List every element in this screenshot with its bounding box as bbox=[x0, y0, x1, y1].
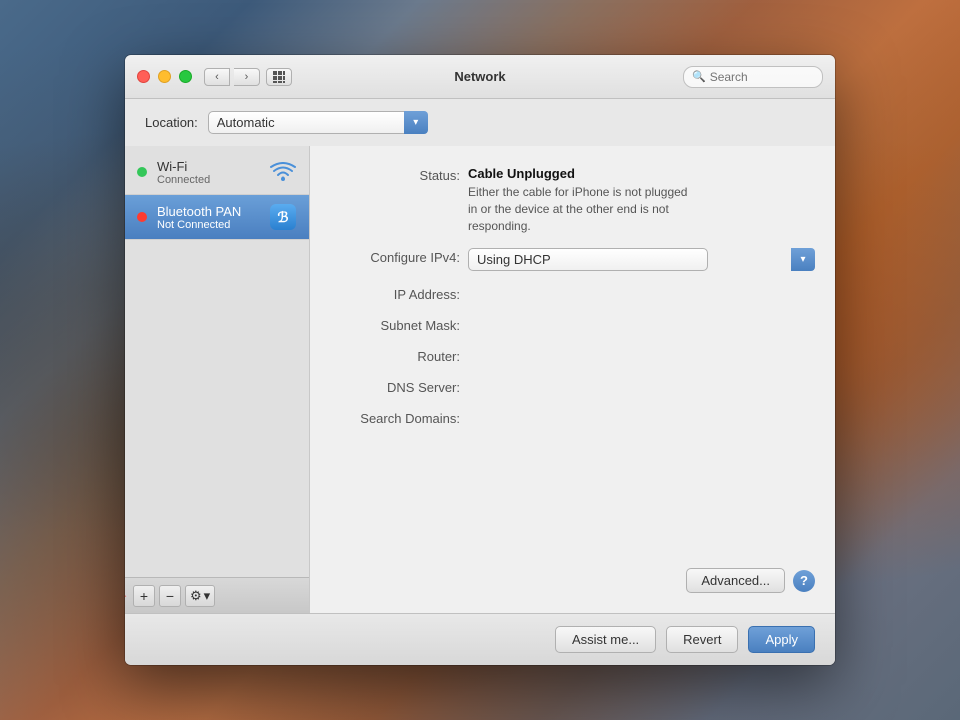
window-footer: Assist me... Revert Apply bbox=[125, 613, 835, 665]
network-name-bluetooth: Bluetooth PAN bbox=[157, 204, 269, 219]
network-status-bluetooth: Not Connected bbox=[157, 219, 269, 231]
dns-server-label: DNS Server: bbox=[320, 378, 460, 395]
detail-panel: Status: Cable Unplugged Either the cable… bbox=[310, 146, 835, 613]
remove-network-button[interactable]: − bbox=[159, 585, 181, 607]
router-label: Router: bbox=[320, 347, 460, 364]
sidebar-toolbar: ➤ + − ⚙ ▾ bbox=[125, 577, 309, 613]
location-select-wrapper: Automatic Edit Locations… ▾ bbox=[208, 111, 428, 134]
detail-content: Status: Cable Unplugged Either the cable… bbox=[320, 166, 815, 558]
add-network-button[interactable]: + bbox=[133, 585, 155, 607]
titlebar: ‹ › Network 🔍 bbox=[125, 55, 835, 99]
revert-button[interactable]: Revert bbox=[666, 626, 738, 653]
arrow-indicator: ➤ bbox=[125, 583, 127, 609]
status-value-container: Cable Unplugged Either the cable for iPh… bbox=[468, 166, 815, 234]
close-button[interactable] bbox=[137, 70, 150, 83]
bluetooth-icon: ℬ bbox=[270, 204, 296, 230]
sidebar: Wi-Fi Connected bbox=[125, 146, 310, 613]
advanced-button[interactable]: Advanced... bbox=[686, 568, 785, 593]
location-select[interactable]: Automatic Edit Locations… bbox=[208, 111, 428, 134]
grid-icon bbox=[272, 70, 286, 84]
status-row: Status: Cable Unplugged Either the cable… bbox=[320, 166, 815, 234]
network-window: ‹ › Network 🔍 Location: bbox=[125, 55, 835, 665]
status-dot-bluetooth bbox=[137, 212, 147, 222]
configure-ipv4-value-container: Using DHCP Manually Off ▾ bbox=[468, 248, 815, 271]
network-info-wifi: Wi-Fi Connected bbox=[157, 159, 269, 186]
gear-button[interactable]: ⚙ ▾ bbox=[185, 585, 215, 607]
maximize-button[interactable] bbox=[179, 70, 192, 83]
configure-ipv4-label: Configure IPv4: bbox=[320, 248, 460, 265]
ip-address-label: IP Address: bbox=[320, 285, 460, 302]
gear-chevron-icon: ▾ bbox=[204, 588, 211, 604]
configure-ipv4-row: Configure IPv4: Using DHCP Manually Off … bbox=[320, 248, 815, 271]
assist-me-button[interactable]: Assist me... bbox=[555, 626, 656, 653]
network-item-bluetooth[interactable]: Bluetooth PAN Not Connected ℬ bbox=[125, 195, 309, 240]
subnet-mask-row: Subnet Mask: bbox=[320, 316, 815, 333]
traffic-lights bbox=[137, 70, 192, 83]
window-body: Location: Automatic Edit Locations… ▾ bbox=[125, 99, 835, 613]
ipv4-select-arrow-icon: ▾ bbox=[791, 248, 815, 271]
detail-bottom: Advanced... ? bbox=[320, 568, 815, 593]
network-info-bluetooth: Bluetooth PAN Not Connected bbox=[157, 204, 269, 231]
help-button[interactable]: ? bbox=[793, 570, 815, 592]
configure-ipv4-select[interactable]: Using DHCP Manually Off bbox=[468, 248, 708, 271]
forward-button[interactable]: › bbox=[234, 68, 260, 86]
dns-server-row: DNS Server: bbox=[320, 378, 815, 395]
location-bar: Location: Automatic Edit Locations… ▾ bbox=[125, 99, 835, 146]
search-input[interactable] bbox=[710, 70, 814, 84]
network-name-wifi: Wi-Fi bbox=[157, 159, 269, 174]
status-description: Either the cable for iPhone is not plugg… bbox=[468, 184, 698, 234]
nav-buttons: ‹ › bbox=[204, 68, 260, 86]
subnet-mask-label: Subnet Mask: bbox=[320, 316, 460, 333]
window-title: Network bbox=[454, 69, 505, 84]
search-domains-label: Search Domains: bbox=[320, 409, 460, 426]
location-label: Location: bbox=[145, 115, 198, 130]
bluetooth-icon-container: ℬ bbox=[269, 203, 297, 231]
search-domains-row: Search Domains: bbox=[320, 409, 815, 426]
search-icon: 🔍 bbox=[692, 70, 706, 83]
minimize-button[interactable] bbox=[158, 70, 171, 83]
status-value: Cable Unplugged bbox=[468, 166, 815, 181]
wifi-icon-container bbox=[269, 158, 297, 186]
router-row: Router: bbox=[320, 347, 815, 364]
wifi-icon bbox=[270, 162, 296, 182]
network-list: Wi-Fi Connected bbox=[125, 146, 309, 577]
network-item-wifi[interactable]: Wi-Fi Connected bbox=[125, 150, 309, 195]
ip-address-row: IP Address: bbox=[320, 285, 815, 302]
network-status-wifi: Connected bbox=[157, 174, 269, 186]
gear-icon: ⚙ bbox=[190, 588, 202, 604]
status-dot-wifi bbox=[137, 167, 147, 177]
main-area: Wi-Fi Connected bbox=[125, 146, 835, 613]
apply-button[interactable]: Apply bbox=[748, 626, 815, 653]
search-box[interactable]: 🔍 bbox=[683, 66, 823, 88]
status-label: Status: bbox=[320, 166, 460, 183]
grid-button[interactable] bbox=[266, 68, 292, 86]
back-button[interactable]: ‹ bbox=[204, 68, 230, 86]
ipv4-select-wrapper: Using DHCP Manually Off ▾ bbox=[468, 248, 815, 271]
